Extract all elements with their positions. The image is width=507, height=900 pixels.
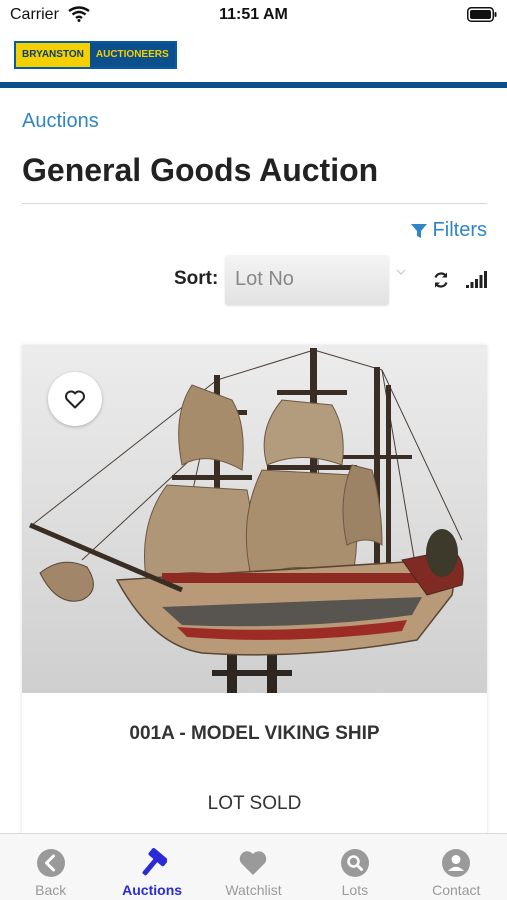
chevron-down-icon[interactable]	[396, 267, 406, 277]
tab-contact[interactable]: Contact	[406, 834, 507, 900]
lot-card[interactable]: 001A - MODEL VIKING SHIP LOT SOLD	[22, 345, 487, 845]
back-icon	[36, 849, 65, 877]
logo-text-right: AUCTIONEERS	[89, 43, 175, 67]
lot-status: LOT SOLD	[207, 793, 302, 814]
filters-label: Filters	[432, 219, 487, 241]
tab-auctions[interactable]: Auctions	[101, 834, 202, 900]
tab-label: Contact	[432, 882, 481, 898]
page-title: General Goods Auction	[22, 152, 379, 188]
hammer-icon	[142, 848, 168, 876]
heart-outline-icon	[65, 390, 85, 409]
filters-button[interactable]: Filters	[410, 219, 487, 242]
header-divider	[0, 82, 507, 88]
tab-lots[interactable]: Lots	[304, 834, 405, 900]
tab-label: Back	[35, 882, 67, 898]
sort-select[interactable]: Lot No	[225, 255, 389, 305]
sort-label: Sort:	[174, 268, 219, 289]
logo-text-left: BRYANSTON	[16, 43, 90, 67]
tab-label: Lots	[341, 882, 369, 898]
clock: 11:51 AM	[219, 6, 288, 23]
title-divider	[22, 203, 487, 204]
tab-label: Auctions	[122, 882, 183, 898]
heart-icon	[240, 851, 267, 875]
filter-icon	[410, 223, 427, 238]
battery-icon	[467, 7, 497, 22]
status-bar: Carrier 11:51 AM	[0, 0, 507, 32]
app-header: BRYANSTON AUCTIONEERS	[0, 32, 507, 82]
sort-order-icon[interactable]	[466, 271, 487, 288]
watchlist-toggle-button[interactable]	[48, 372, 102, 426]
user-icon	[442, 849, 471, 877]
breadcrumb-auctions[interactable]: Auctions	[22, 110, 99, 133]
bottom-tab-bar: Back Auctions Watchlist Lots Contact	[0, 833, 507, 900]
refresh-icon[interactable]	[432, 271, 450, 289]
tab-label: Watchlist	[225, 882, 282, 898]
tab-watchlist[interactable]: Watchlist	[203, 834, 304, 900]
tab-back[interactable]: Back	[0, 834, 101, 900]
search-icon	[340, 849, 369, 877]
lot-image[interactable]	[22, 345, 487, 693]
brand-logo[interactable]: BRYANSTON AUCTIONEERS	[14, 41, 177, 69]
lot-title[interactable]: 001A - MODEL VIKING SHIP	[22, 723, 487, 745]
